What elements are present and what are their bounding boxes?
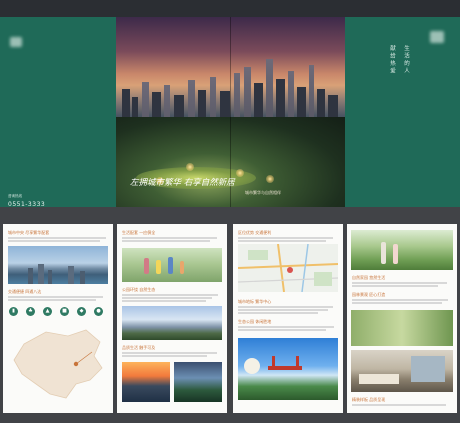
page3-heading-1: 区位优势 交通便利 [238,230,272,235]
inner-page-1: 城市中央 尽享繁华配套 交通便捷 四通八达 ▮ ♣ ▲ ■ ◆ ● [3,224,113,413]
china-map-illustration [13,329,103,399]
page4-heading-1: 自然家园 悠然生活 [352,275,386,280]
back-cover-panel: 咨询热线 0551-3333 [0,17,116,208]
interior-living-room-photo [351,350,453,392]
page1-heading-2: 交通便捷 四通八达 [8,289,42,294]
cover-slogan-sub: 城市繁华与自然相伴 [245,190,281,195]
building-icon: ▮ [9,307,18,316]
inner-page-3: 区位优势 交通便利 城市地标 繁华中心 生态公园 休闲胜地 [233,224,343,413]
page3-heading-3: 生态公园 休闲胜地 [238,319,272,324]
page1-heading-1: 城市中央 尽享繁华配套 [8,230,50,235]
park-icon: ● [94,307,103,316]
landscape-garden-photo [351,310,453,346]
inner-page-2: 生活配套 一应俱全 公园环绕 自然生态 品质生活 触手可及 [117,224,227,413]
garden-couple-photo [351,230,453,270]
bank-icon: ▲ [43,307,52,316]
lake-night-photo [174,362,222,402]
hotline-label: 咨询热线 [8,194,22,198]
page3-heading-2: 城市地标 繁华中心 [238,299,272,304]
blurred-logo [10,37,22,47]
location-map [238,244,338,292]
flap-vertical-text-2: 生活的人 [403,45,409,75]
cover-slogan: 左拥城市繁华 右享自然新居 [130,178,235,188]
page2-heading-3: 品质生活 触手可及 [122,345,156,350]
family-outing-photo [122,248,222,282]
city-skyline-photo [8,246,108,284]
bridge-landmark-photo [238,338,338,400]
mall-icon: ■ [60,307,69,316]
tree-icon: ♣ [26,307,35,316]
page4-heading-3: 精装样板 品质呈现 [352,397,386,402]
flap-vertical-text-1: 献给热爱 [389,45,395,75]
inner-page-4: 自然家园 悠然生活 园林景观 匠心打造 精装样板 品质呈现 [347,224,457,413]
school-icon: ◆ [77,307,86,316]
sunset-tower-photo [122,362,170,402]
page2-heading-1: 生活配套 一应俱全 [122,230,156,235]
page4-heading-2: 园林景观 匠心打造 [352,292,386,297]
page2-heading-2: 公园环绕 自然生态 [122,287,156,292]
city-park-photo [122,306,222,340]
blurred-logo [430,31,444,43]
